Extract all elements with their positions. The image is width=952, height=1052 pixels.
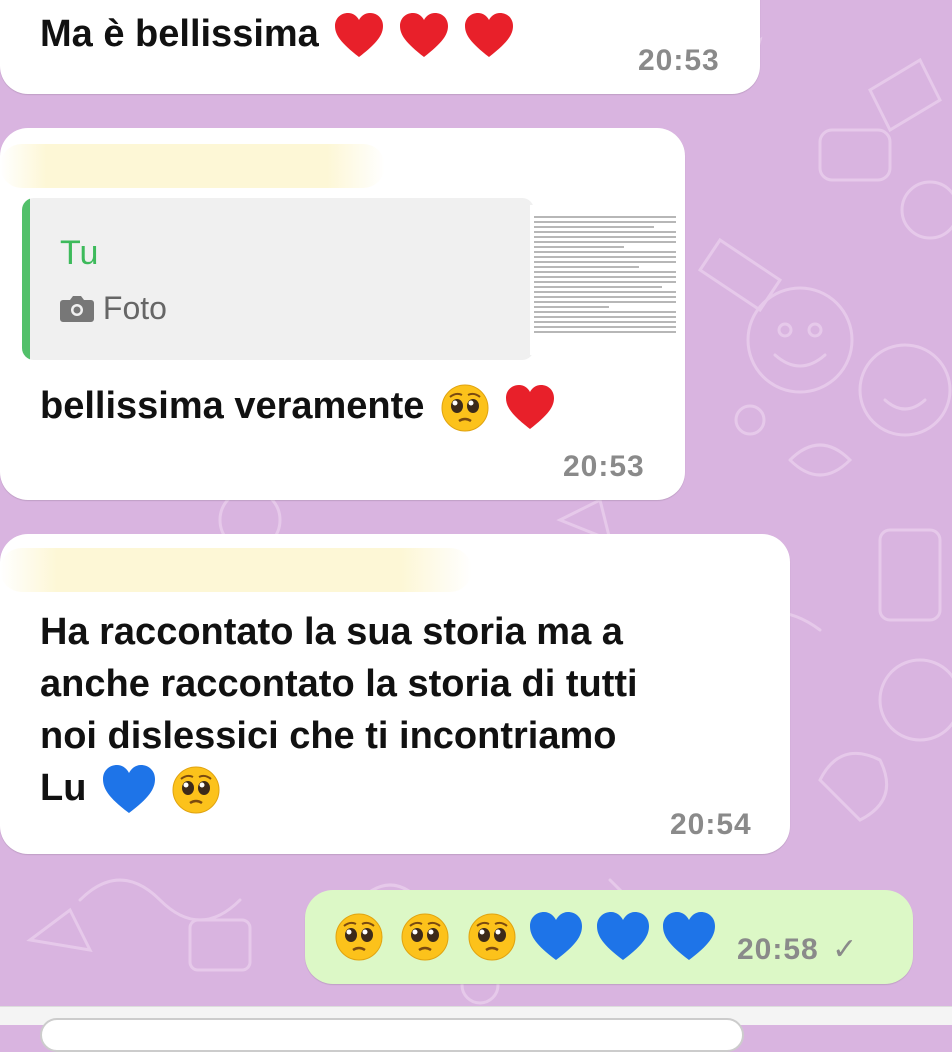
message-text-content: bellissima veramente <box>40 385 425 427</box>
message-text: bellissima veramente <box>40 380 554 432</box>
heart-blue-icon <box>103 764 155 813</box>
camera-icon <box>60 296 94 322</box>
heart-red-icon <box>505 384 554 429</box>
reply-photo-thumbnail[interactable] <box>530 205 680 355</box>
reply-author: Tu <box>60 234 99 272</box>
message-line-with-emoji: Lu <box>40 762 638 815</box>
message-input[interactable] <box>40 1018 744 1052</box>
message-timestamp: 20:58 ✓ <box>737 932 858 967</box>
message-text: Ha raccontato la sua storia ma a anche r… <box>40 606 638 815</box>
message-bubble-incoming[interactable]: Ma è bellissima 20:53 <box>0 0 760 94</box>
pleading-face-icon <box>441 384 489 432</box>
redacted-sender-name <box>0 144 385 188</box>
heart-red-icon <box>399 12 448 57</box>
reply-accent-bar <box>22 198 30 360</box>
pleading-face-icon <box>468 913 516 961</box>
message-time-value: 20:58 <box>737 933 819 966</box>
redacted-sender-name <box>0 548 472 592</box>
pleading-face-icon <box>401 913 449 961</box>
message-line: Ha raccontato la sua storia ma a <box>40 611 623 653</box>
message-timestamp: 20:54 <box>670 808 752 841</box>
message-text: Ma è bellissima <box>40 8 513 60</box>
heart-blue-icon <box>596 912 649 960</box>
single-check-icon: ✓ <box>832 933 859 966</box>
message-timestamp: 20:53 <box>638 44 720 77</box>
reply-media-label: Foto <box>102 290 167 326</box>
heart-blue-icon <box>530 912 583 960</box>
heart-red-icon <box>464 12 513 57</box>
message-bubble-incoming[interactable]: Ha raccontato la sua storia ma a anche r… <box>0 534 790 854</box>
reply-media-type: Foto <box>60 290 167 327</box>
message-emoji-row <box>335 912 716 962</box>
pleading-face-icon <box>335 913 383 961</box>
message-timestamp: 20:53 <box>563 450 645 483</box>
message-line: anche raccontato la storia di tutti <box>40 663 638 705</box>
message-line: Lu <box>40 767 87 809</box>
message-bubble-outgoing[interactable]: 20:58 ✓ <box>305 890 913 984</box>
message-text-content: Ma è bellissima <box>40 13 319 55</box>
message-line: noi dislessici che ti incontriamo <box>40 715 617 757</box>
heart-red-icon <box>335 12 384 57</box>
quoted-reply[interactable]: Tu Foto <box>22 198 534 360</box>
pleading-face-icon <box>172 766 220 814</box>
heart-blue-icon <box>663 912 716 960</box>
